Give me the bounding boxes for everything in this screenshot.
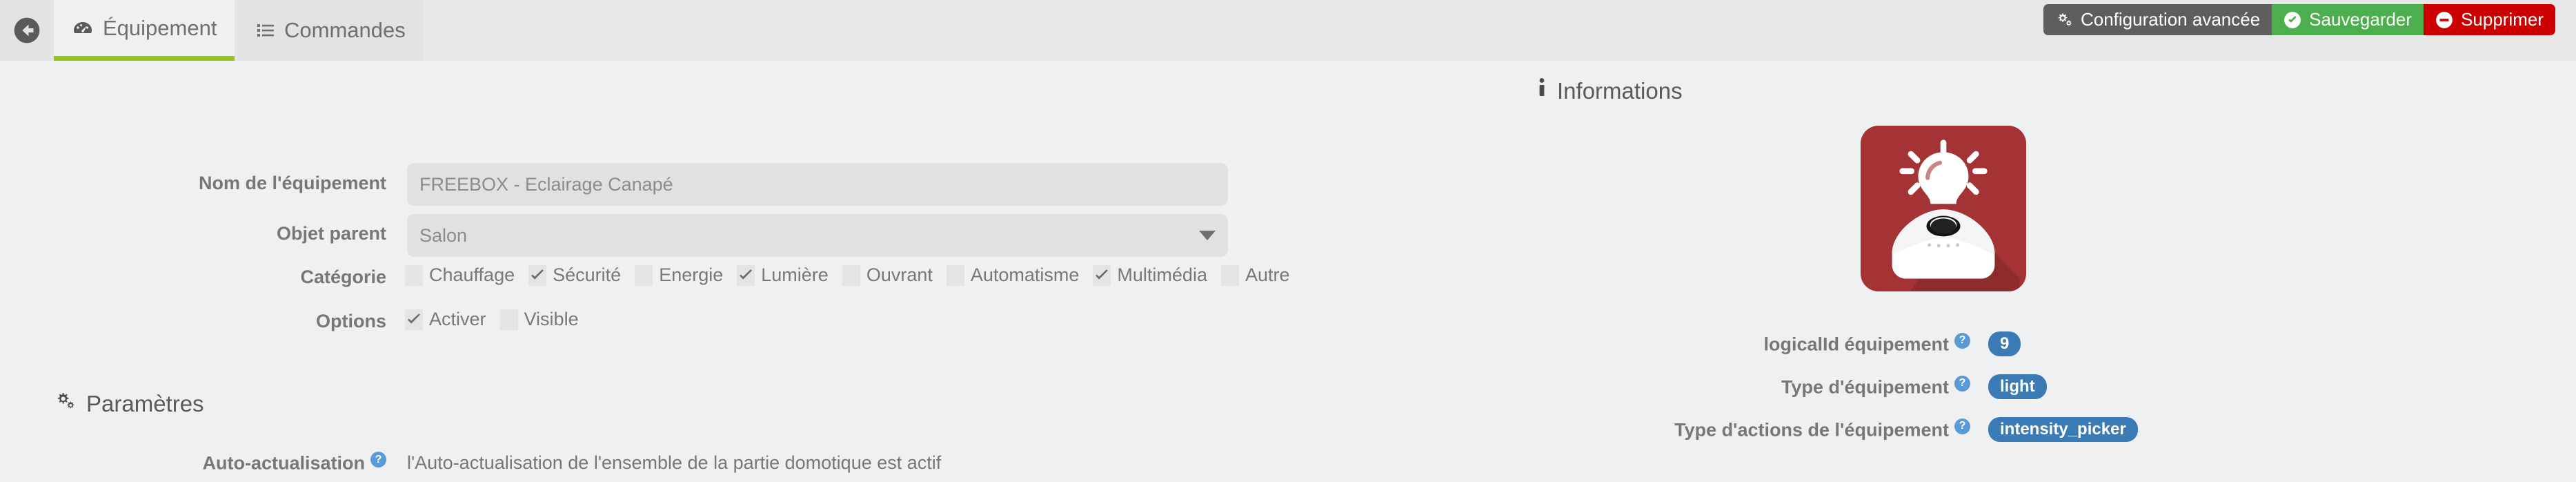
checkbox-box [737, 264, 755, 286]
label-objet-parent: Objet parent [276, 223, 386, 244]
help-icon[interactable]: ? [1954, 418, 1970, 434]
checkbox-label: Energie [659, 264, 724, 285]
configuration-avancee-button[interactable]: Configuration avancée [2043, 4, 2272, 35]
tab-commandes-label: Commandes [284, 18, 406, 42]
checkbox-lumiere[interactable]: Lumière [737, 264, 829, 286]
help-icon[interactable]: ? [370, 452, 386, 467]
checkbox-automatisme[interactable]: Automatisme [946, 264, 1080, 286]
arrow-circle-left-icon [13, 17, 41, 44]
checkbox-label: Ouvrant [866, 264, 933, 285]
info-row-type-actions: Type d'actions de l'équipement? intensit… [1487, 417, 2138, 443]
checkbox-box [1220, 264, 1239, 286]
supprimer-label: Supprimer [2461, 9, 2544, 30]
checkbox-box [528, 264, 547, 286]
checkbox-box [635, 264, 653, 286]
info-row-type-equipement: Type d'équipement? light [1487, 374, 2047, 400]
checkbox-autre[interactable]: Autre [1220, 264, 1290, 286]
info-badge-type-actions: intensity_picker [1988, 417, 2138, 443]
checkbox-chauffage[interactable]: Chauffage [405, 264, 515, 286]
checkbox-label: Automatisme [970, 264, 1080, 285]
checkbox-box [1093, 264, 1111, 286]
checkbox-box [405, 264, 423, 286]
list-icon [256, 21, 275, 40]
options-checkbox-group: Activer Visible [405, 309, 593, 330]
top-tab-bar: Équipement Commandes Configuration avanc… [0, 0, 2576, 61]
header-action-group: Configuration avancée Sauvegarder Suppri… [2043, 4, 2555, 35]
checkbox-label: Multimédia [1117, 264, 1207, 285]
cogs-icon [54, 391, 76, 417]
back-button[interactable] [0, 0, 54, 61]
sauvegarder-button[interactable]: Sauvegarder [2272, 4, 2424, 35]
informations-panel: Informations logicalId équipement ? 9 Ty… [1511, 61, 2576, 482]
auto-actualisation-row: Auto-actualisation? l'Auto-actualisation… [0, 452, 941, 474]
info-label-logicalid: logicalId équipement? [1487, 332, 1970, 356]
info-row-logicalid: logicalId équipement? 9 [1487, 331, 2021, 357]
checkbox-box [499, 309, 518, 330]
checkbox-box [842, 264, 860, 286]
checkbox-label: Sécurité [553, 264, 622, 285]
tab-equipement[interactable]: Équipement [54, 0, 235, 61]
supprimer-button[interactable]: Supprimer [2424, 4, 2555, 35]
label-categorie: Catégorie [300, 267, 386, 287]
checkbox-label: Lumière [761, 264, 829, 285]
checkbox-box [946, 264, 964, 286]
chevron-down-icon [1199, 231, 1216, 240]
categorie-checkbox-group: Chauffage Sécurité Energie Lumière Ouvra… [405, 264, 1304, 286]
help-icon[interactable]: ? [1954, 332, 1970, 349]
device-image [1861, 126, 2026, 291]
check-circle-icon [2283, 11, 2301, 29]
dashboard-icon [72, 17, 94, 39]
checkbox-label: Activer [429, 309, 486, 329]
informations-section-header: Informations [1537, 77, 1683, 105]
checkbox-multimedia[interactable]: Multimédia [1093, 264, 1207, 286]
sauvegarder-label: Sauvegarder [2309, 9, 2412, 30]
info-label-type-actions: Type d'actions de l'équipement? [1487, 418, 1970, 441]
checkbox-visible[interactable]: Visible [499, 309, 579, 330]
checkbox-energie[interactable]: Energie [635, 264, 723, 286]
tab-commandes[interactable]: Commandes [238, 0, 424, 61]
auto-actualisation-label: Auto-actualisation? [0, 452, 386, 474]
parametres-section-header: Paramètres [54, 391, 204, 417]
checkbox-label: Autre [1245, 264, 1290, 285]
label-options: Options [316, 311, 386, 331]
info-label-type-equipement: Type d'équipement? [1487, 375, 1970, 398]
checkbox-label: Visible [524, 309, 579, 329]
checkbox-ouvrant[interactable]: Ouvrant [842, 264, 933, 286]
info-badge-type-equipement: light [1988, 374, 2047, 400]
cogs-icon [2055, 12, 2073, 28]
help-icon[interactable]: ? [1954, 375, 1970, 392]
objet-parent-select[interactable]: Salon [407, 214, 1228, 257]
equipment-form-panel: Nom de l'équipement FREEBOX - Eclairage … [0, 61, 1511, 482]
info-icon [1537, 77, 1547, 105]
light-bulb-device-icon [1861, 126, 2026, 291]
configuration-avancee-label: Configuration avancée [2080, 9, 2261, 30]
parametres-title: Paramètres [86, 391, 204, 416]
auto-actualisation-value: l'Auto-actualisation de l'ensemble de la… [407, 452, 942, 473]
nom-equipement-value: FREEBOX - Eclairage Canapé [419, 173, 673, 195]
info-badge-logicalid: 9 [1988, 331, 2021, 357]
checkbox-label: Chauffage [429, 264, 515, 285]
objet-parent-value: Salon [419, 224, 468, 246]
checkbox-activer[interactable]: Activer [405, 309, 486, 330]
informations-title: Informations [1557, 78, 1683, 104]
tab-equipement-label: Équipement [103, 15, 217, 40]
nom-equipement-input[interactable]: FREEBOX - Eclairage Canapé [407, 163, 1228, 206]
checkbox-box [405, 309, 423, 330]
label-nom-equipement: Nom de l'équipement [199, 173, 386, 193]
checkbox-securite[interactable]: Sécurité [528, 264, 621, 286]
minus-circle-icon [2435, 11, 2453, 29]
